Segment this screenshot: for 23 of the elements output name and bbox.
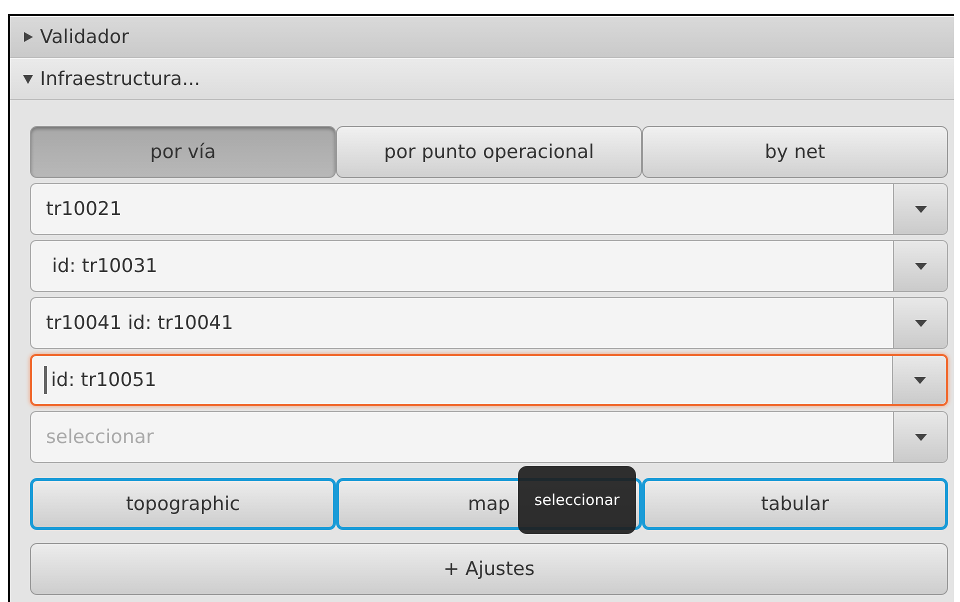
dropdown-button[interactable] (893, 298, 947, 348)
section-title: Infraestructura... (40, 68, 200, 90)
combo-box[interactable]: id: tr10051 (30, 354, 948, 406)
view-toggle[interactable]: tabular (642, 478, 948, 530)
caret-icon (914, 206, 926, 212)
segment-tab[interactable]: por vía (30, 126, 336, 178)
tooltip: seleccionar (518, 466, 636, 534)
segment-tab[interactable]: by net (642, 126, 948, 178)
dropdown-button[interactable] (893, 412, 947, 462)
view-toggle[interactable]: topographic (30, 478, 336, 530)
text-field[interactable]: id: tr10051 (47, 356, 892, 404)
caret-icon (914, 376, 926, 384)
settings-button[interactable]: + Ajustes (30, 543, 948, 595)
section-header[interactable]: Validador (10, 16, 954, 58)
dropdown-button[interactable] (893, 241, 947, 291)
dropdown-button[interactable] (892, 356, 946, 404)
section-header[interactable]: Infraestructura... (10, 58, 954, 100)
section-title: Validador (40, 26, 129, 48)
dropdown-button[interactable] (893, 184, 947, 234)
caret-icon (914, 434, 926, 440)
caret-icon (914, 320, 926, 326)
caret-icon (914, 262, 926, 270)
segment-tab[interactable]: por punto operacional (336, 126, 642, 178)
